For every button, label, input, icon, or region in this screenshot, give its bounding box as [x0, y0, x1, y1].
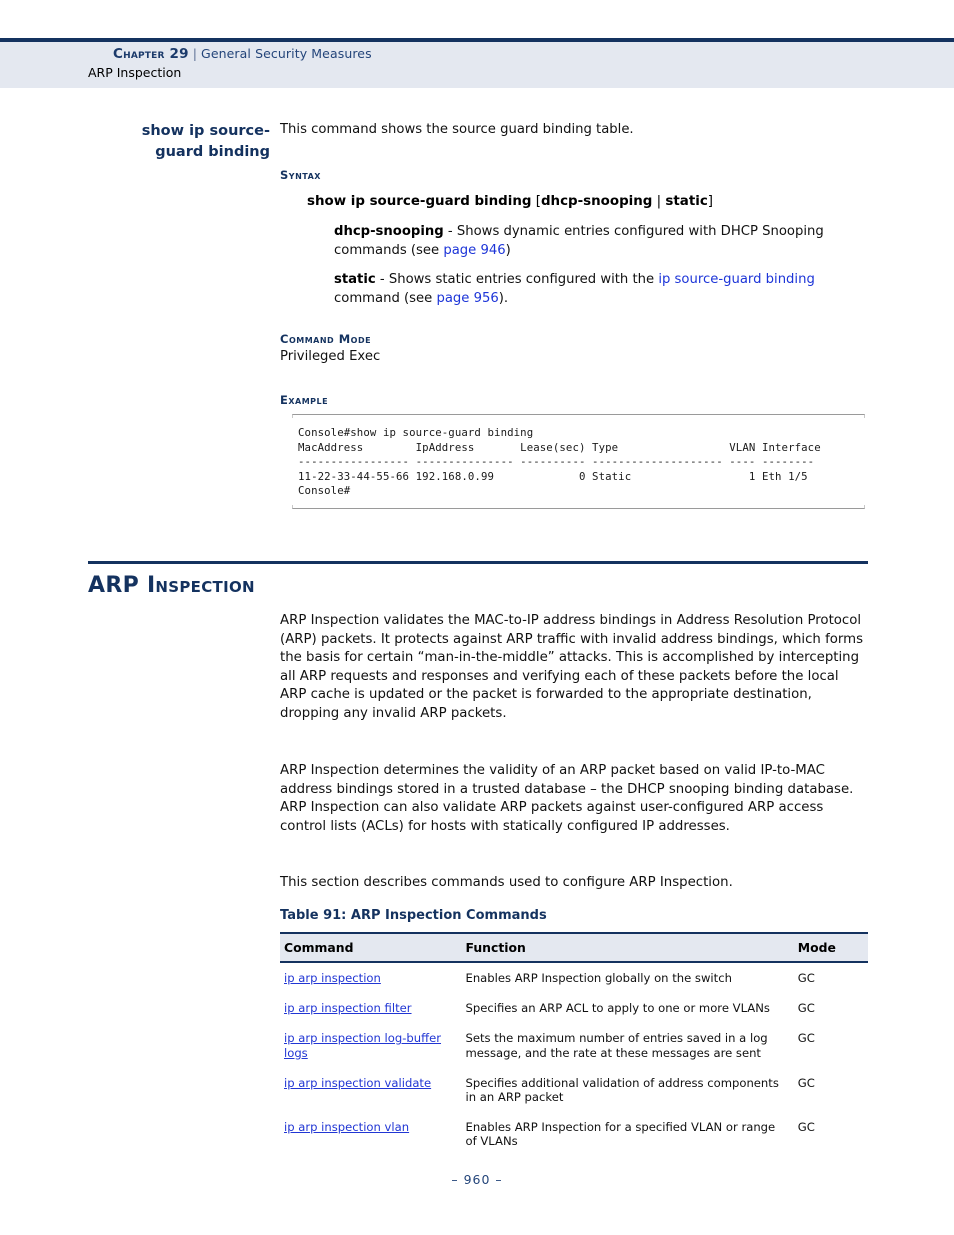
table-row: ip arp inspection vlan Enables ARP Inspe…: [280, 1111, 868, 1157]
table-row: ip arp inspection Enables ARP Inspection…: [280, 962, 868, 994]
table-cell-mode: GC: [793, 1067, 868, 1113]
parameter-static: static - Shows static entries configured…: [334, 270, 864, 308]
table-cell-command: ip arp inspection: [280, 962, 462, 994]
table-cell-mode: GC: [793, 962, 868, 994]
table-row: ip arp inspection filter Specifies an AR…: [280, 992, 868, 1024]
console-top-rule: [292, 414, 865, 418]
table-header-command: Command: [280, 932, 462, 963]
table-cell-mode: GC: [793, 1022, 868, 1068]
section-paragraph-3: This section describes commands used to …: [280, 875, 733, 890]
table-cell-command: ip arp inspection vlan: [280, 1111, 462, 1157]
table-cell-mode: GC: [793, 992, 868, 1024]
table-header-mode: Mode: [793, 932, 868, 963]
command-entry-title: show ip source- guard binding: [88, 121, 270, 163]
table-cell-command: ip arp inspection log-buffer logs: [280, 1022, 462, 1068]
parameter-desc-static: - Shows static entries configured with t…: [375, 272, 659, 287]
syntax-command-line: show ip source-guard binding [dhcp-snoop…: [307, 194, 713, 209]
table-cell-function: Sets the maximum number of entries saved…: [461, 1022, 794, 1068]
table-row: ip arp inspection validate Specifies add…: [280, 1067, 868, 1113]
table-row: ip arp inspection log-buffer logs Sets t…: [280, 1022, 868, 1068]
arp-inspection-commands-table: Command Function Mode ip arp inspection …: [280, 932, 868, 1157]
syntax-option-dhcp-snooping: dhcp-snooping: [540, 194, 653, 209]
table-cell-function: Specifies additional validation of addre…: [461, 1067, 794, 1113]
table-header-function: Function: [461, 932, 794, 963]
link-page-956[interactable]: page 956: [436, 291, 498, 306]
section-heading-rule: [88, 561, 868, 564]
example-label: Example: [280, 393, 329, 407]
command-mode-label: Command Mode: [280, 332, 372, 346]
section-paragraph-2: ARP Inspection determines the validity o…: [280, 763, 854, 834]
table-cell-command: ip arp inspection validate: [280, 1067, 462, 1113]
header-separator: |: [192, 46, 198, 61]
header-breadcrumb: Chapter 29 | General Security Measures: [113, 46, 372, 62]
header-chapter-number: Chapter 29: [113, 46, 189, 62]
console-example-block: Console#show ip source-guard binding Mac…: [292, 414, 865, 509]
syntax-option-static: static: [665, 194, 708, 209]
section-paragraph-1: ARP Inspection validates the MAC-to-IP a…: [280, 613, 864, 721]
parameter-dhcp-snooping: dhcp-snooping - Shows dynamic entries co…: [334, 222, 864, 260]
header-chapter-title: General Security Measures: [201, 46, 372, 61]
table-cell-function: Enables ARP Inspection for a specified V…: [461, 1111, 794, 1157]
link-page-946[interactable]: page 946: [443, 243, 505, 258]
table-cell-function: Specifies an ARP ACL to apply to one or …: [461, 992, 794, 1024]
command-intro-text: This command shows the source guard bind…: [280, 122, 634, 137]
console-output-text: Console#show ip source-guard binding Mac…: [298, 426, 821, 498]
command-title-line-1: show ip source-: [141, 123, 270, 139]
table-cell-mode: GC: [793, 1111, 868, 1157]
parameter-name-dhcp-snooping: dhcp-snooping: [334, 224, 444, 239]
page-number: – 960 –: [451, 1172, 503, 1187]
table-caption: Table 91: ARP Inspection Commands: [280, 908, 547, 923]
table-header-row: Command Function Mode: [280, 932, 868, 963]
table-cell-command: ip arp inspection filter: [280, 992, 462, 1024]
link-ip-arp-inspection-log-buffer-logs[interactable]: ip arp inspection log-buffer logs: [284, 1031, 441, 1059]
parameter-desc-static-mid: command (see: [334, 291, 437, 306]
link-ip-arp-inspection-validate[interactable]: ip arp inspection validate: [284, 1076, 431, 1090]
link-ip-source-guard-binding[interactable]: ip source-guard binding: [658, 272, 815, 287]
section-heading: ARP Inspection: [88, 573, 255, 598]
parameter-desc-dhcp-snooping-tail: ): [505, 243, 511, 258]
link-ip-arp-inspection[interactable]: ip arp inspection: [284, 971, 381, 985]
syntax-label: Syntax: [280, 168, 321, 182]
parameter-desc-static-tail: ).: [498, 291, 509, 306]
header-section-name: ARP Inspection: [88, 65, 182, 80]
console-bottom-rule: [292, 504, 865, 509]
syntax-bracket-close: ]: [707, 194, 713, 209]
link-ip-arp-inspection-filter[interactable]: ip arp inspection filter: [284, 1001, 412, 1015]
link-ip-arp-inspection-vlan[interactable]: ip arp inspection vlan: [284, 1120, 409, 1134]
table-cell-function: Enables ARP Inspection globally on the s…: [461, 962, 794, 994]
parameter-name-static: static: [334, 272, 376, 287]
command-mode-value: Privileged Exec: [280, 349, 381, 364]
syntax-command: show ip source-guard binding: [307, 194, 532, 209]
command-title-line-2: guard binding: [155, 144, 270, 160]
